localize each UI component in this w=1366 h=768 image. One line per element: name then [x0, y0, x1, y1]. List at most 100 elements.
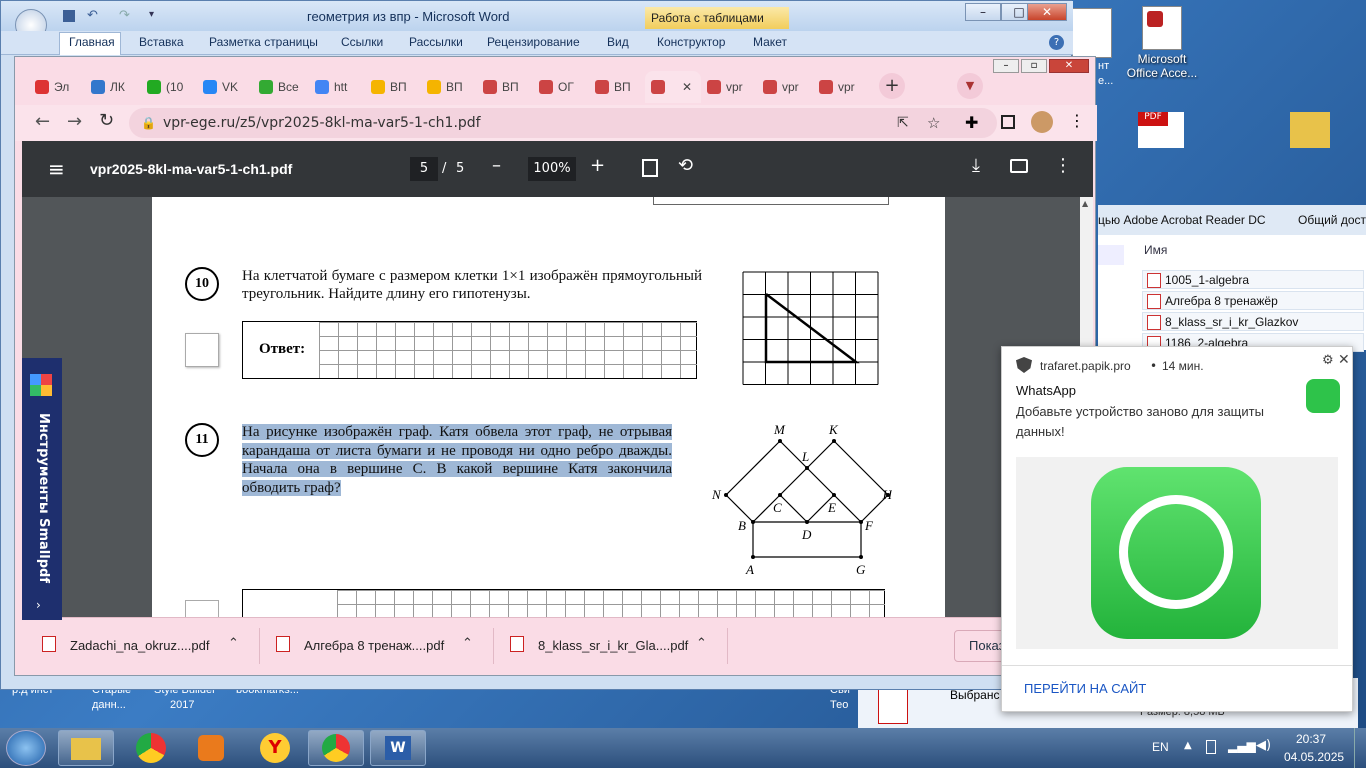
tab-design[interactable]: Конструктор [657, 35, 725, 49]
selected-text[interactable]: На рисунке изображён граф. Катя обвела э… [242, 424, 672, 496]
hamburger-menu-icon[interactable]: ≡ [48, 157, 65, 181]
media-player-icon[interactable] [198, 735, 224, 761]
browser-tab[interactable]: ОГ [533, 71, 589, 103]
help-icon[interactable]: ? [1049, 35, 1064, 50]
page-number-input[interactable]: 5 [410, 157, 438, 181]
tab-home[interactable]: Главная [69, 35, 115, 49]
browser-tab[interactable]: VK [197, 71, 253, 103]
file-item[interactable]: 8_klass_sr_i_kr_Glazkov [1142, 312, 1364, 331]
fit-page-icon[interactable] [642, 159, 658, 177]
tab-insert[interactable]: Вставка [139, 35, 184, 49]
chrome-restore-button[interactable]: ▫ [1021, 59, 1047, 73]
desktop-doc-icon[interactable] [1072, 8, 1112, 58]
browser-tab[interactable]: Все [253, 71, 309, 103]
folder-icon[interactable] [1290, 112, 1330, 148]
back-icon[interactable]: ← [35, 111, 50, 132]
side-panel-icon[interactable] [1001, 115, 1015, 129]
volume-icon[interactable]: ◀) [1256, 738, 1271, 753]
desktop-icon-access[interactable]: Microsoft Office Acce... [1122, 6, 1202, 80]
chrome-close-button[interactable]: ✕ [1049, 59, 1089, 73]
more-options-icon[interactable]: ⋮ [1054, 155, 1072, 176]
chrome-minimize-button[interactable]: – [993, 59, 1019, 73]
browser-tab[interactable]: ВП [365, 71, 421, 103]
tab-search-button[interactable]: ▼ [957, 73, 983, 99]
reload-icon[interactable]: ↻ [99, 110, 114, 131]
yandex-browser-icon[interactable]: Y [260, 733, 290, 763]
lock-icon[interactable]: 🔒 [141, 108, 156, 138]
tab-table-layout[interactable]: Макет [753, 35, 787, 49]
download-item[interactable]: 8_klass_sr_i_kr_Gla....pdf ⌃ [504, 628, 728, 664]
tab-layout[interactable]: Разметка страницы [209, 35, 318, 49]
browser-tab[interactable]: ВП [477, 71, 533, 103]
chevron-up-icon[interactable]: ⌃ [228, 636, 239, 651]
address-bar[interactable]: 🔒 vpr-ege.ru/z5/vpr2025-8kl-ma-var5-1-ch… [129, 108, 997, 138]
share-icon[interactable]: ⇱ [897, 108, 909, 138]
file-item[interactable]: Алгебра 8 тренажёр [1142, 291, 1364, 310]
forward-icon[interactable]: → [67, 111, 82, 132]
tab-mailings[interactable]: Рассылки [409, 35, 463, 49]
taskbar-explorer[interactable] [58, 730, 114, 766]
close-icon[interactable]: ✕ [1338, 352, 1350, 368]
tab-title: ВП [614, 80, 631, 94]
chrome-icon[interactable] [136, 733, 166, 763]
browser-tab[interactable]: htt [309, 71, 365, 103]
new-tab-button[interactable]: + [879, 73, 905, 99]
download-icon[interactable]: ⤓ [972, 155, 980, 176]
smallpdf-panel[interactable]: Инструменты Smallpdf › [22, 358, 62, 620]
settings-gear-icon[interactable]: ⚙ [1322, 353, 1334, 368]
redo-icon[interactable]: ↷ [119, 8, 130, 23]
close-button[interactable]: ✕ [1027, 3, 1067, 21]
table-tools-label: Работа с таблицами [645, 7, 789, 29]
tab-references[interactable]: Ссылки [341, 35, 383, 49]
taskbar-word[interactable]: W [370, 730, 426, 766]
undo-icon[interactable]: ↶ [87, 8, 98, 23]
print-icon[interactable] [1010, 159, 1028, 173]
menu-icon[interactable]: ⋮ [1069, 111, 1085, 130]
chevron-right-icon[interactable]: › [36, 598, 41, 612]
browser-tab[interactable]: ВП [589, 71, 645, 103]
chevron-up-icon[interactable]: ⌃ [462, 636, 473, 651]
browser-tab[interactable]: ЛК [85, 71, 141, 103]
language-indicator[interactable]: EN [1152, 740, 1169, 754]
browser-tab[interactable]: vpr [701, 71, 757, 103]
open-with-button[interactable]: цью Adobe Acrobat Reader DC [1098, 205, 1266, 235]
rotate-icon[interactable]: ⟲ [678, 155, 693, 176]
extensions-icon[interactable]: ✚ [965, 113, 978, 132]
clock-date[interactable]: 04.05.2025 [1284, 750, 1344, 764]
share-button[interactable]: Общий дост [1298, 205, 1366, 235]
tray-arrow-icon[interactable]: ▲ [1184, 740, 1192, 751]
tab-view[interactable]: Вид [607, 35, 629, 49]
browser-tab[interactable]: vpr [813, 71, 869, 103]
zoom-in-icon[interactable]: + [590, 155, 605, 176]
browser-tab[interactable]: vpr [757, 71, 813, 103]
taskbar-chrome-active[interactable] [308, 730, 364, 766]
start-button[interactable] [6, 730, 46, 766]
chrome-icon [322, 734, 350, 762]
zoom-level[interactable]: 100% [528, 157, 576, 181]
go-to-site-button[interactable]: ПЕРЕЙТИ НА САЙТ [1024, 681, 1146, 696]
pdf-viewer[interactable]: 10 На клетчатой бумаге с размером клетки… [22, 197, 1093, 617]
browser-tab[interactable]: ВП [421, 71, 477, 103]
download-item[interactable]: Zadachi_na_okruz....pdf ⌃ [36, 628, 260, 664]
tab-close-icon[interactable]: ✕ [682, 80, 692, 94]
scroll-up-icon[interactable]: ▲ [1082, 199, 1088, 208]
network-icon[interactable]: ▂▄▆ [1228, 739, 1256, 753]
column-name-header[interactable]: Имя [1144, 243, 1167, 257]
browser-tab[interactable]: ✕ [645, 71, 701, 103]
clock-time[interactable]: 20:37 [1296, 732, 1326, 746]
chevron-up-icon[interactable]: ⌃ [696, 636, 707, 651]
browser-tab[interactable]: (10 [141, 71, 197, 103]
quick-access-dropdown-icon[interactable]: ▾ [149, 9, 154, 20]
bookmark-star-icon[interactable]: ☆ [927, 108, 940, 138]
zoom-out-icon[interactable]: – [492, 155, 501, 176]
save-icon[interactable] [63, 10, 75, 22]
minimize-button[interactable]: – [965, 3, 1001, 21]
file-item[interactable]: 1005_1-algebra [1142, 270, 1364, 289]
usb-icon[interactable] [1206, 740, 1216, 754]
pdf-file-icon[interactable]: PDF [1138, 112, 1184, 148]
download-item[interactable]: Алгебра 8 тренаж....pdf ⌃ [270, 628, 494, 664]
browser-tab[interactable]: Эл [29, 71, 85, 103]
tab-review[interactable]: Рецензирование [487, 35, 580, 49]
profile-avatar[interactable] [1031, 111, 1053, 133]
show-desktop-button[interactable] [1354, 728, 1366, 768]
